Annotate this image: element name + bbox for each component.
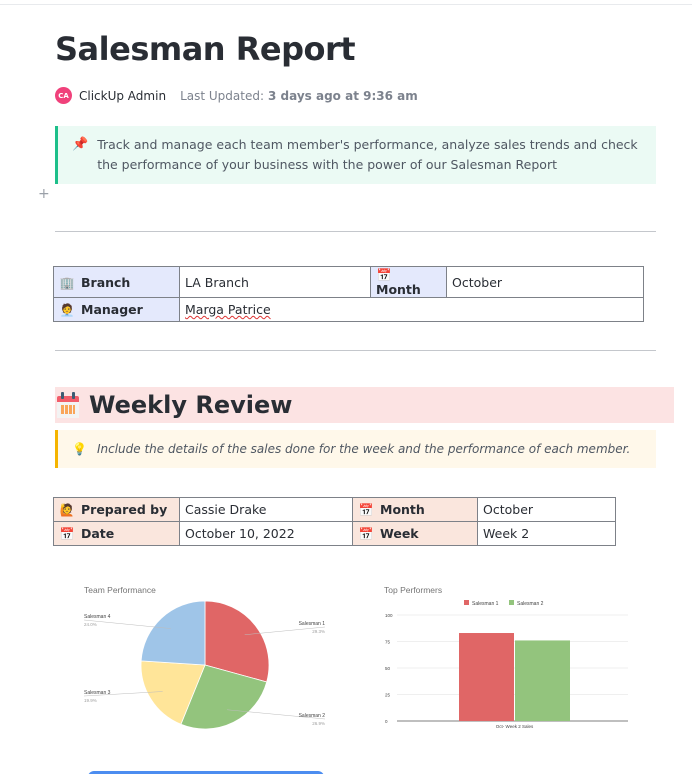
pie-label-percent: 24.0% bbox=[84, 622, 97, 627]
date-value-cell[interactable]: October 10, 2022 bbox=[179, 521, 353, 546]
top-performers-bar-chart: Top Performers Salesman 1 Salesman 2 0 25 5… bbox=[384, 585, 628, 729]
add-block-plus-icon[interactable]: + bbox=[38, 186, 50, 202]
office-building-icon: 🏢 bbox=[59, 275, 75, 290]
legend-swatch bbox=[464, 600, 469, 605]
table-row: 📅 Date October 10, 2022 📅 Week Week 2 bbox=[53, 521, 616, 546]
person-icon: 🧑‍💼 bbox=[59, 303, 75, 317]
pie-label-name: Salesman 3 bbox=[84, 690, 111, 696]
manager-label-cell: 🧑‍💼 Manager bbox=[53, 297, 180, 322]
pie-chart-title: Team Performance bbox=[84, 585, 156, 595]
week-label-cell: 📅 Week bbox=[352, 521, 478, 546]
last-updated-label: Last Updated: bbox=[180, 88, 264, 103]
team-performance-pie-chart: Team Performance Salesman 1 29.3% Salesman… bbox=[83, 585, 326, 730]
x-tick-label: Oct- Week 2 Sales bbox=[496, 724, 534, 729]
month-value-cell[interactable]: October bbox=[477, 497, 616, 522]
y-tick-label: 25 bbox=[385, 693, 391, 698]
month-value: October bbox=[483, 502, 534, 517]
month-label-cell: 📅 Month bbox=[352, 497, 478, 522]
pie-label-percent: 29.3% bbox=[312, 629, 325, 634]
prepared-by-label: Prepared by bbox=[81, 502, 168, 517]
bar-salesman-2[interactable] bbox=[515, 640, 570, 721]
avatar[interactable]: CA bbox=[55, 87, 72, 104]
month-label: Month bbox=[380, 502, 425, 517]
y-tick-label: 50 bbox=[385, 666, 391, 671]
branch-value: LA Branch bbox=[185, 274, 249, 290]
month-value-cell[interactable]: October bbox=[446, 266, 644, 298]
pie-slice-4[interactable] bbox=[140, 600, 206, 666]
calendar-icon bbox=[57, 392, 79, 418]
prepared-by-value-cell[interactable]: Cassie Drake bbox=[179, 497, 353, 522]
prepared-by-value: Cassie Drake bbox=[185, 502, 267, 517]
date-value: October 10, 2022 bbox=[185, 526, 295, 541]
last-updated-value: 3 days ago at 9:36 am bbox=[268, 88, 418, 103]
table-row: 🧑‍💼 Manager Marga Patrice bbox=[53, 297, 644, 322]
page-meta: CA ClickUp Admin Last Updated: 3 days ag… bbox=[55, 87, 418, 104]
date-label: Date bbox=[81, 526, 115, 541]
month-label-cell: 📅Month bbox=[370, 266, 447, 298]
legend-swatch bbox=[509, 600, 514, 605]
branch-table: 🏢 Branch LA Branch 📅Month October 🧑‍💼 Mana… bbox=[53, 266, 644, 322]
weekly-review-note: 💡 Include the details of the sales done … bbox=[55, 430, 656, 468]
author-name[interactable]: ClickUp Admin bbox=[79, 89, 166, 103]
intro-callout: 📌 Track and manage each team member's pe… bbox=[55, 126, 656, 184]
week-value: Week 2 bbox=[483, 526, 530, 541]
y-tick-label: 75 bbox=[385, 640, 391, 645]
pie-label-name: Salesman 1 bbox=[299, 621, 326, 627]
manager-label: Manager bbox=[81, 302, 143, 317]
manager-value: Marga Patrice bbox=[185, 302, 271, 317]
weekly-review-table: 🙋 Prepared by Cassie Drake 📅 Month October… bbox=[53, 497, 616, 546]
weekly-review-heading: Weekly Review bbox=[55, 387, 674, 423]
week-label: Week bbox=[380, 526, 419, 541]
calendar-icon: 📅 bbox=[358, 527, 374, 541]
section-title: Weekly Review bbox=[89, 391, 293, 419]
y-tick-label: 100 bbox=[385, 613, 393, 618]
calendar-icon: 📅 bbox=[59, 527, 75, 541]
bar-salesman-1[interactable] bbox=[459, 633, 514, 721]
y-tick-label: 0 bbox=[385, 719, 388, 724]
pie-label-percent: 19.9% bbox=[84, 698, 97, 703]
branch-label-cell: 🏢 Branch bbox=[53, 266, 180, 298]
table-row: 🏢 Branch LA Branch 📅Month October bbox=[53, 266, 644, 298]
calendar-icon: 📅 bbox=[376, 268, 392, 282]
bar-chart-title: Top Performers bbox=[384, 585, 442, 595]
month-value: October bbox=[452, 274, 503, 290]
page-title: Salesman Report bbox=[55, 30, 356, 68]
week-value-cell[interactable]: Week 2 bbox=[477, 521, 616, 546]
month-label: Month bbox=[376, 282, 421, 297]
calendar-icon: 📅 bbox=[358, 503, 374, 517]
manager-value-cell[interactable]: Marga Patrice bbox=[179, 297, 644, 322]
weekly-review-note-text: Include the details of the sales done fo… bbox=[96, 442, 631, 456]
pie-label-name: Salesman 4 bbox=[84, 614, 111, 620]
date-label-cell: 📅 Date bbox=[53, 521, 180, 546]
lightbulb-icon: 💡 bbox=[72, 442, 87, 456]
top-divider bbox=[0, 4, 692, 5]
legend-label: Salesman 1 bbox=[472, 601, 499, 607]
pie-label-name: Salesman 2 bbox=[299, 713, 326, 719]
branch-value-cell[interactable]: LA Branch bbox=[179, 266, 371, 298]
legend-label: Salesman 2 bbox=[517, 601, 544, 607]
branch-label: Branch bbox=[81, 274, 131, 290]
intro-callout-text: Track and manage each team member's perf… bbox=[97, 137, 638, 172]
divider bbox=[55, 231, 656, 232]
table-row: 🙋 Prepared by Cassie Drake 📅 Month October bbox=[53, 497, 616, 522]
divider bbox=[55, 350, 656, 351]
pie-label-percent: 26.9% bbox=[312, 721, 325, 726]
prepared-by-label-cell: 🙋 Prepared by bbox=[53, 497, 180, 522]
pushpin-icon: 📌 bbox=[72, 137, 89, 152]
person-raising-hand-icon: 🙋 bbox=[59, 503, 75, 517]
